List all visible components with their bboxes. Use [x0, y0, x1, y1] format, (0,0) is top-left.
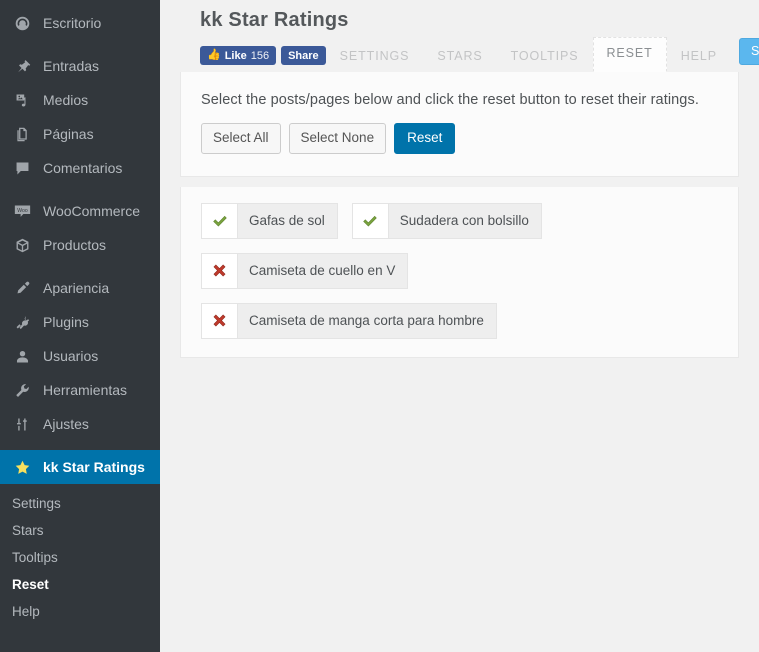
facebook-share-button[interactable]: Share	[281, 46, 326, 65]
like-label: Like	[224, 49, 247, 62]
sidebar-item-label: Comentarios	[43, 160, 123, 176]
submenu-item-stars[interactable]: Stars	[0, 517, 160, 544]
social-buttons: 👍 Like 156 Share	[200, 46, 326, 65]
post-checkbox-item[interactable]: Gafas de sol	[201, 202, 338, 239]
submenu-item-tooltips[interactable]: Tooltips	[0, 544, 160, 571]
sidebar-item-kk-star-ratings[interactable]: kk Star Ratings	[0, 450, 168, 484]
panel-divider	[180, 176, 739, 187]
post-title-label: Sudadera con bolsillo	[399, 213, 529, 229]
sidebar-item-label: Herramientas	[43, 382, 128, 398]
submenu-item-help[interactable]: Help	[0, 598, 160, 625]
tab-help[interactable]: HELP	[667, 41, 731, 73]
reset-description: Select the posts/pages below and click t…	[201, 92, 699, 108]
header-row: 👍 Like 156 Share SETTINGS STARS TOOLTIPS RE…	[180, 34, 759, 72]
sidebar-item-woocommerce[interactable]: Woo WooCommerce	[0, 194, 160, 228]
submenu-item-reset[interactable]: Reset	[0, 571, 160, 598]
sidebar-item-entradas[interactable]: Entradas	[0, 49, 160, 83]
post-checkbox-item[interactable]: Sudadera con bolsillo	[351, 202, 542, 239]
reset-button[interactable]: Reset	[394, 123, 456, 154]
save-button[interactable]: SAVE	[738, 37, 759, 65]
page-head: kk Star Ratings	[180, 0, 739, 34]
post-title-label: Camiseta de manga corta para hombre	[249, 313, 484, 329]
sidebar-item-herramientas[interactable]: Herramientas	[0, 373, 160, 407]
post-checkbox-item[interactable]: Camiseta de cuello en V	[201, 252, 409, 289]
sidebar-item-label: Plugins	[43, 314, 89, 330]
post-checkbox-item[interactable]: Camiseta de manga corta para hombre	[201, 302, 497, 339]
woocommerce-icon: Woo	[12, 201, 32, 221]
thumbs-up-icon: 👍	[207, 49, 221, 61]
post-title-label: Camiseta de cuello en V	[249, 263, 396, 279]
dashboard-icon	[12, 13, 32, 33]
appearance-icon	[12, 278, 32, 298]
post-checkbox-list: Gafas de sol Sudadera con bolsillo Camiset…	[181, 187, 738, 357]
cross-icon[interactable]	[202, 303, 238, 338]
tab-reset[interactable]: RESET	[592, 36, 667, 72]
media-icon	[12, 90, 32, 110]
post-row: Camiseta de manga corta para hombre	[201, 302, 718, 339]
sidebar-item-usuarios[interactable]: Usuarios	[0, 339, 160, 373]
plugins-icon	[12, 312, 32, 332]
sidebar-item-label: Escritorio	[43, 15, 102, 31]
share-label: Share	[288, 49, 319, 62]
cross-icon[interactable]	[202, 253, 238, 288]
sidebar-item-p-ginas[interactable]: Páginas	[0, 117, 160, 151]
action-buttons: Select All Select None Reset	[201, 123, 718, 154]
sidebar-separator	[0, 441, 160, 450]
check-icon[interactable]	[202, 203, 238, 238]
reset-instructions-panel: Select the posts/pages below and click t…	[180, 72, 739, 177]
pin-icon	[12, 56, 32, 76]
sidebar-item-label: Apariencia	[43, 280, 110, 296]
admin-sidebar: Escritorio Entradas Medios Páginas Comentari…	[0, 0, 168, 652]
sidebar-item-apariencia[interactable]: Apariencia	[0, 271, 160, 305]
settings-icon	[12, 414, 32, 434]
post-selection-panel: Gafas de sol Sudadera con bolsillo Camiset…	[180, 186, 739, 358]
sidebar-menu: Escritorio Entradas Medios Páginas Comentari…	[0, 6, 168, 633]
tools-icon	[12, 380, 32, 400]
svg-text:Woo: Woo	[17, 207, 28, 213]
sidebar-item-label: Ajustes	[43, 416, 89, 432]
tab-stars[interactable]: STARS	[423, 41, 496, 73]
comments-icon	[12, 158, 32, 178]
sidebar-item-productos[interactable]: Productos	[0, 228, 160, 262]
sidebar-separator	[0, 262, 160, 271]
post-row: Gafas de sol Sudadera con bolsillo	[201, 202, 718, 239]
pages-icon	[12, 124, 32, 144]
sidebar-item-medios[interactable]: Medios	[0, 83, 160, 117]
sidebar-separator	[0, 40, 160, 49]
sidebar-item-label: WooCommerce	[43, 203, 140, 219]
sidebar-item-ajustes[interactable]: Ajustes	[0, 407, 160, 441]
tab-settings[interactable]: SETTINGS	[326, 41, 424, 73]
facebook-like-button[interactable]: 👍 Like 156	[200, 46, 277, 65]
users-icon	[12, 346, 32, 366]
page-title: kk Star Ratings	[200, 9, 349, 31]
sidebar-item-plugins[interactable]: Plugins	[0, 305, 160, 339]
sidebar-item-label: kk Star Ratings	[43, 459, 145, 475]
submenu-item-settings[interactable]: Settings	[0, 490, 160, 517]
tab-tooltips[interactable]: TOOLTIPS	[497, 41, 593, 73]
sidebar-item-comentarios[interactable]: Comentarios	[0, 151, 160, 185]
select-none-button[interactable]: Select None	[288, 123, 387, 154]
sidebar-item-label: Medios	[43, 92, 89, 108]
select-all-button[interactable]: Select All	[201, 123, 281, 154]
main-content: kk Star Ratings 👍 Like 156 Share SETTING…	[160, 0, 759, 652]
like-count: 156	[250, 49, 270, 62]
star-icon	[12, 457, 32, 477]
post-title-label: Gafas de sol	[249, 213, 325, 229]
sidebar-item-label: Usuarios	[43, 348, 99, 364]
products-icon	[12, 235, 32, 255]
sidebar-item-label: Páginas	[43, 126, 94, 142]
sidebar-item-escritorio[interactable]: Escritorio	[0, 6, 160, 40]
post-row: Camiseta de cuello en V	[201, 252, 718, 289]
admin-screen: Escritorio Entradas Medios Páginas Comentari…	[0, 0, 759, 652]
sidebar-item-label: Entradas	[43, 58, 100, 74]
settings-tabs: SETTINGS STARS TOOLTIPS RESET HELP	[326, 34, 731, 72]
sidebar-item-label: Productos	[43, 237, 107, 253]
sidebar-separator	[0, 185, 160, 194]
sidebar-submenu: Settings Stars Tooltips Reset Help	[0, 484, 160, 633]
check-icon[interactable]	[352, 203, 389, 238]
panel-top: Select the posts/pages below and click t…	[181, 72, 738, 176]
